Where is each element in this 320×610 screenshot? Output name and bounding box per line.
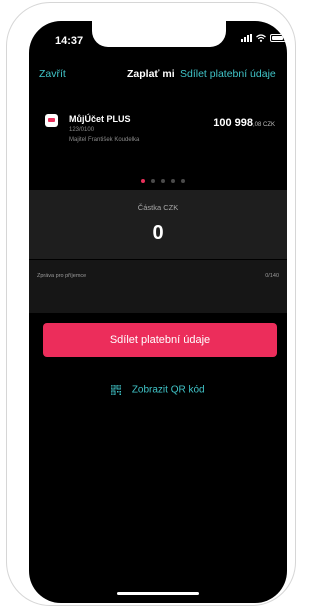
message-placeholder: Zpráva pro příjemce — [37, 273, 87, 279]
home-indicator[interactable] — [117, 592, 199, 595]
account-owner: Majitel František Koudelka — [69, 137, 140, 143]
pager-dot[interactable] — [181, 179, 185, 183]
amount-value: 0 — [152, 222, 164, 244]
amount-label: Částka CZK — [137, 203, 179, 212]
account-name: MůjÚčet PLUS — [69, 114, 131, 124]
qr-code-icon — [111, 384, 122, 395]
app-screen: 14:37 Zavřít Zaplať mi Sdílet platební ú… — [29, 21, 287, 603]
account-balance: 100 998,08 CZK — [213, 113, 275, 131]
status-icons — [241, 34, 286, 42]
account-number: 123/0100 — [69, 127, 95, 133]
close-button[interactable]: Zavřít — [39, 68, 66, 80]
share-payment-details-button[interactable]: Sdílet platební údaje — [43, 323, 277, 357]
phone-frame: 14:37 Zavřít Zaplať mi Sdílet platební ú… — [6, 2, 296, 606]
show-qr-code-link[interactable]: Zobrazit QR kód — [29, 381, 287, 399]
status-time: 14:37 — [55, 35, 84, 47]
top-navigation: Zavřít Zaplať mi Sdílet platební údaje — [29, 65, 287, 85]
share-details-link[interactable]: Sdílet platební údaje — [180, 68, 276, 80]
message-input[interactable]: Zpráva pro příjemce 0/140 — [29, 260, 287, 313]
wifi-icon — [256, 34, 266, 42]
pager-dot[interactable] — [161, 179, 165, 183]
signal-icon — [241, 34, 252, 42]
pager-dot[interactable] — [151, 179, 155, 183]
pager-dot[interactable] — [171, 179, 175, 183]
device-notch — [92, 21, 226, 47]
battery-icon — [270, 34, 286, 42]
qr-code-label: Zobrazit QR kód — [131, 384, 205, 396]
message-char-counter: 0/140 — [265, 273, 279, 279]
balance-main: 100 998 — [213, 117, 253, 129]
account-card[interactable]: MůjÚčet PLUS 123/0100 Majitel František … — [29, 107, 287, 167]
balance-decimals: ,08 CZK — [252, 122, 275, 128]
page-title: Zaplať mi — [127, 68, 175, 80]
pager-dot[interactable] — [141, 179, 145, 183]
account-pager[interactable] — [141, 179, 185, 183]
bank-card-icon — [45, 114, 58, 127]
amount-input[interactable]: Částka CZK 0 — [29, 190, 287, 259]
